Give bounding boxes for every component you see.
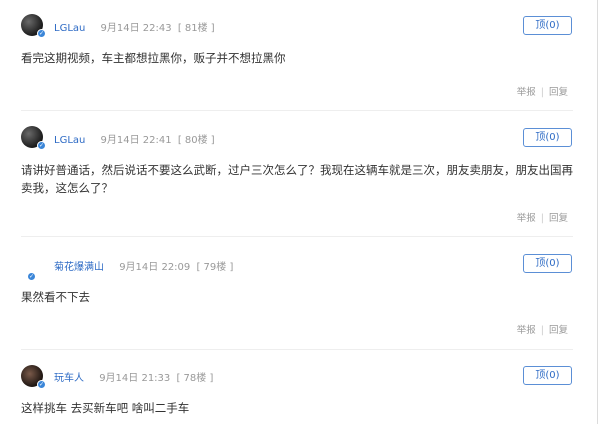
comment-meta: 玩车人 9月14日 21:33 [ 78楼 ] — [54, 369, 213, 384]
report-link[interactable]: 举报 — [517, 213, 536, 224]
floor-number: [ 80楼 ] — [177, 135, 215, 146]
avatar[interactable]: ✓ — [21, 365, 46, 389]
comment-actions: 举报 | 回复 — [517, 84, 568, 98]
comment-actions: 举报 | 回复 — [517, 210, 568, 224]
comment-meta: LGLau 9月14日 22:41 [ 80楼 ] — [54, 131, 215, 146]
floor-number: [ 78楼 ] — [176, 373, 214, 384]
reply-link[interactable]: 回复 — [549, 87, 568, 98]
comment-text: 果然看不下去 — [21, 290, 90, 304]
reply-link[interactable]: 回复 — [549, 213, 568, 224]
comment-text: 看完这期视频，车主都想拉黑你，贩子并不想拉黑你 — [21, 51, 286, 65]
avatar[interactable]: ✓ — [21, 126, 46, 150]
comment-time: 9月14日 22:41 — [100, 135, 172, 146]
comment-time: 9月14日 22:43 — [100, 23, 172, 34]
comment-divider — [21, 236, 573, 237]
report-link[interactable]: 举报 — [517, 87, 536, 98]
username-link[interactable]: LGLau — [54, 23, 85, 34]
report-link[interactable]: 举报 — [517, 325, 536, 336]
comment-divider — [21, 349, 573, 350]
upvote-button[interactable]: 顶(0) — [523, 254, 572, 273]
verified-badge-icon: ✓ — [37, 141, 46, 150]
action-separator: | — [540, 325, 544, 336]
comment-meta: LGLau 9月14日 22:43 [ 81楼 ] — [54, 19, 215, 34]
comment-text: 这样挑车 去买新车吧 啥叫二手车 — [21, 401, 190, 415]
avatar[interactable]: ✓ — [21, 255, 43, 281]
verified-badge-icon: ✓ — [37, 380, 46, 389]
comment-actions: 举报 | 回复 — [517, 322, 568, 336]
username-link[interactable]: 玩车人 — [54, 373, 84, 384]
page-border — [597, 0, 598, 424]
upvote-button[interactable]: 顶(0) — [523, 16, 572, 35]
comment-time: 9月14日 21:33 — [99, 373, 171, 384]
verified-badge-icon: ✓ — [37, 29, 46, 38]
floor-number: [ 81楼 ] — [177, 23, 215, 34]
comment-divider — [21, 110, 573, 111]
comment-meta: 菊花爆满山 9月14日 22:09 [ 79楼 ] — [54, 258, 233, 273]
username-link[interactable]: LGLau — [54, 135, 85, 146]
username-link[interactable]: 菊花爆满山 — [54, 262, 104, 273]
upvote-button[interactable]: 顶(0) — [523, 366, 572, 385]
upvote-button[interactable]: 顶(0) — [523, 128, 572, 147]
action-separator: | — [540, 87, 544, 98]
reply-link[interactable]: 回复 — [549, 325, 568, 336]
comment-text: 请讲好普通话，然后说话不要这么武断，过户三次怎么了？我现在这辆车就是三次，朋友卖… — [21, 163, 573, 195]
verified-badge-icon: ✓ — [27, 272, 36, 281]
action-separator: | — [540, 213, 544, 224]
floor-number: [ 79楼 ] — [196, 262, 234, 273]
comment-time: 9月14日 22:09 — [119, 262, 191, 273]
avatar[interactable]: ✓ — [21, 14, 46, 38]
